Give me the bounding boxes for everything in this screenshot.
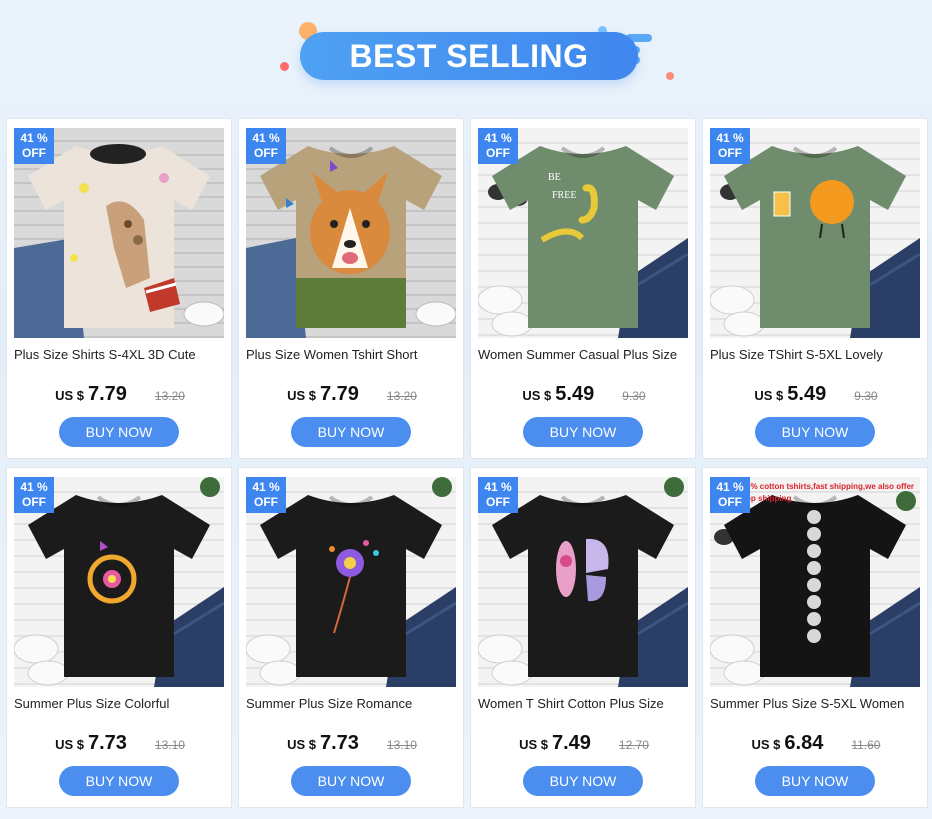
- discount-percent: 41 %: [716, 480, 744, 494]
- price-row: US $7.73 13.10: [7, 732, 233, 755]
- discount-badge: 41 % OFF: [710, 128, 750, 164]
- currency-label: US $: [754, 388, 784, 403]
- product-title[interactable]: Summer Plus Size Colorful: [14, 696, 226, 711]
- product-image[interactable]: 41 % OFF: [710, 128, 920, 338]
- discount-off-label: OFF: [718, 495, 742, 509]
- currency-label: US $: [287, 737, 316, 752]
- original-price: 11.60: [851, 738, 881, 752]
- svg-text:FREE: FREE: [552, 190, 576, 201]
- product-title[interactable]: Plus Size Women Tshirt Short: [246, 347, 458, 362]
- image-caption-line: 0% cotton tshirts,fast shipping,we also …: [746, 482, 915, 491]
- original-price: 9.30: [622, 389, 646, 403]
- image-caption: 0% cotton tshirts,fast shipping,we also …: [746, 481, 920, 505]
- currency-label: US $: [287, 388, 316, 403]
- discount-off-label: OFF: [22, 495, 46, 509]
- sale-price: 7.79: [87, 383, 127, 405]
- product-title[interactable]: Summer Plus Size Romance: [246, 696, 458, 711]
- product-card[interactable]: 0% cotton tshirts,fast shipping,we also …: [702, 467, 928, 808]
- sale-price: 7.73: [319, 732, 359, 754]
- price-row: US $6.84 11.60: [703, 732, 929, 755]
- price-row: US $7.79 13.20: [239, 383, 465, 406]
- sale-price: 6.84: [784, 732, 824, 754]
- currency-label: US $: [522, 388, 552, 403]
- buy-now-button[interactable]: BUY NOW: [291, 766, 411, 796]
- price-row: US $5.49 9.30: [471, 383, 697, 406]
- discount-percent: 41 %: [716, 131, 744, 145]
- product-card[interactable]: 41 % OFF Summer Plus Size Romance US $7.73 1…: [238, 467, 464, 808]
- buy-now-button[interactable]: BUY NOW: [755, 417, 875, 447]
- original-price: 13.10: [386, 738, 417, 752]
- buy-now-button[interactable]: BUY NOW: [59, 417, 179, 447]
- original-price: 13.10: [154, 738, 185, 752]
- discount-percent: 41 %: [20, 131, 48, 145]
- currency-label: US $: [751, 737, 781, 752]
- discount-off-label: OFF: [486, 495, 510, 509]
- original-price: 12.70: [618, 738, 649, 752]
- discount-off-label: OFF: [486, 146, 510, 160]
- discount-percent: 41 %: [20, 480, 48, 494]
- product-card[interactable]: 41 % OFF Plus Size Women Tshirt Short US $7…: [238, 118, 464, 459]
- discount-off-label: OFF: [22, 146, 46, 160]
- buy-now-button[interactable]: BUY NOW: [523, 766, 643, 796]
- discount-percent: 41 %: [252, 131, 280, 145]
- sale-price: 5.49: [787, 383, 827, 405]
- product-image[interactable]: 41 % OFF: [478, 477, 688, 687]
- original-price: 13.20: [386, 389, 417, 403]
- section-header: BEST SELLING: [0, 0, 932, 112]
- sale-price: 7.49: [551, 732, 591, 754]
- image-caption-line: op shipping: [746, 494, 792, 503]
- price-row: US $7.49 12.70: [471, 732, 697, 755]
- discount-badge: 41 % OFF: [246, 128, 286, 164]
- sale-price: 7.79: [319, 383, 359, 405]
- product-title[interactable]: Women T Shirt Cotton Plus Size: [478, 696, 690, 711]
- product-grid: 41 % OFF Plus Size Shirts S-4XL 3D Cute US …: [6, 118, 928, 808]
- decor-dot: [280, 62, 289, 71]
- discount-badge: 41 % OFF: [478, 477, 518, 513]
- currency-label: US $: [55, 737, 84, 752]
- sale-price: 7.73: [87, 732, 127, 754]
- product-title[interactable]: Summer Plus Size S-5XL Women: [710, 696, 922, 711]
- product-card[interactable]: 41 % OFF Plus Size Shirts S-4XL 3D Cute US …: [6, 118, 232, 459]
- original-price: 9.30: [854, 389, 878, 403]
- product-image[interactable]: 41 % OFF: [246, 477, 456, 687]
- price-row: US $7.73 13.10: [239, 732, 465, 755]
- price-row: US $5.49 9.30: [703, 383, 929, 406]
- product-title[interactable]: Plus Size Shirts S-4XL 3D Cute: [14, 347, 226, 362]
- discount-percent: 41 %: [252, 480, 280, 494]
- product-card[interactable]: BE FREE 41 % OFF Women Summer Casual Plus Si…: [470, 118, 696, 459]
- discount-badge: 41 % OFF: [246, 477, 286, 513]
- currency-label: US $: [519, 737, 548, 752]
- discount-badge: 41 % OFF: [14, 477, 54, 513]
- product-card[interactable]: 41 % OFF Women T Shirt Cotton Plus Size US …: [470, 467, 696, 808]
- discount-off-label: OFF: [718, 146, 742, 160]
- discount-off-label: OFF: [254, 495, 278, 509]
- buy-now-button[interactable]: BUY NOW: [755, 766, 875, 796]
- product-title[interactable]: Women Summer Casual Plus Size: [478, 347, 690, 362]
- decor-dot: [666, 72, 674, 80]
- product-card[interactable]: 41 % OFF Plus Size TShirt S-5XL Lovely US $…: [702, 118, 928, 459]
- product-image[interactable]: 41 % OFF: [14, 477, 224, 687]
- buy-now-button[interactable]: BUY NOW: [291, 417, 411, 447]
- product-image[interactable]: BE FREE 41 % OFF: [478, 128, 688, 338]
- price-row: US $7.79 13.20: [7, 383, 233, 406]
- page-title: BEST SELLING: [349, 37, 589, 74]
- product-card[interactable]: 41 % OFF Summer Plus Size Colorful US $7.73…: [6, 467, 232, 808]
- discount-percent: 41 %: [484, 480, 512, 494]
- product-image[interactable]: 41 % OFF: [14, 128, 224, 338]
- product-image[interactable]: 41 % OFF: [246, 128, 456, 338]
- discount-badge: 41 % OFF: [14, 128, 54, 164]
- discount-badge: 41 % OFF: [478, 128, 518, 164]
- original-price: 13.20: [154, 389, 185, 403]
- buy-now-button[interactable]: BUY NOW: [59, 766, 179, 796]
- product-title[interactable]: Plus Size TShirt S-5XL Lovely: [710, 347, 922, 362]
- currency-label: US $: [55, 388, 84, 403]
- product-image[interactable]: 0% cotton tshirts,fast shipping,we also …: [710, 477, 920, 687]
- sale-price: 5.49: [555, 383, 595, 405]
- buy-now-button[interactable]: BUY NOW: [523, 417, 643, 447]
- discount-percent: 41 %: [484, 131, 512, 145]
- discount-badge: 41 % OFF: [710, 477, 750, 513]
- discount-off-label: OFF: [254, 146, 278, 160]
- best-selling-banner: BEST SELLING: [300, 32, 638, 80]
- svg-text:BE: BE: [548, 172, 561, 183]
